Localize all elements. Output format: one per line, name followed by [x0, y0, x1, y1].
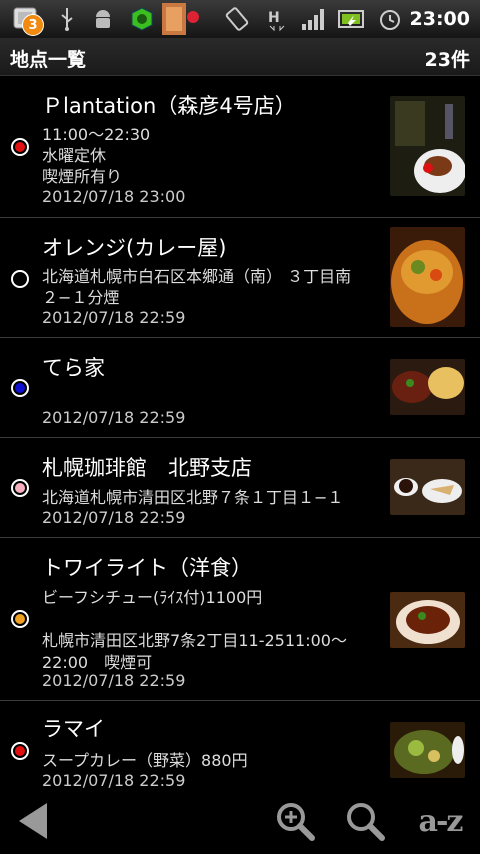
item-name: てら家 — [42, 356, 105, 380]
item-detail: スープカレー（野菜）880円 — [42, 751, 248, 770]
item-name: 札幌珈琲館 北野支店 — [42, 456, 252, 480]
app-icon-2 — [160, 3, 200, 35]
back-arrow-icon — [19, 803, 47, 839]
marker-icon — [11, 379, 29, 397]
battery-icon — [338, 6, 366, 32]
item-detail: 北海道札幌市清田区北野７条１丁目１−１ — [42, 488, 344, 507]
android-debug-icon — [90, 6, 116, 32]
item-detail: ビーフシチュー(ﾗｲｽ付)1100円 — [42, 588, 263, 607]
item-detail: 札幌市清田区北野7条2丁目11-2511:00〜 — [42, 631, 347, 650]
search-icon — [347, 803, 385, 841]
marker-dot — [15, 746, 25, 756]
notification-count-badge: 3 — [22, 14, 44, 36]
item-thumbnail[interactable] — [390, 722, 465, 778]
location-list: Ｐlantation（森彦4号店） 11:00〜22:30 水曜定休 喫煙所有り… — [0, 76, 480, 790]
list-item[interactable]: 札幌珈琲館 北野支店 北海道札幌市清田区北野７条１丁目１−１ 2012/07/1… — [0, 438, 480, 538]
marker-dot — [15, 274, 25, 284]
marker-icon — [11, 138, 29, 156]
item-date: 2012/07/18 22:59 — [42, 671, 186, 690]
marker-dot — [15, 142, 25, 152]
signal-icon — [300, 6, 328, 32]
item-thumbnail[interactable] — [390, 359, 465, 415]
h-data-icon: H — [264, 6, 288, 32]
item-name: オレンジ(カレー屋) — [42, 236, 227, 260]
item-detail: 22:00 喫煙可 — [42, 653, 153, 672]
bottom-toolbar: a-z — [0, 790, 480, 854]
zoom-in-icon — [277, 803, 315, 841]
item-thumbnail[interactable] — [390, 227, 465, 327]
item-name: Ｐlantation（森彦4号店） — [42, 94, 296, 118]
title-bar: 地点一覧 23件 — [0, 38, 480, 76]
list-item[interactable]: Ｐlantation（森彦4号店） 11:00〜22:30 水曜定休 喫煙所有り… — [0, 76, 480, 218]
marker-icon — [11, 742, 29, 760]
usb-icon — [56, 6, 78, 32]
item-name: トワイライト（洋食） — [42, 556, 252, 580]
list-item[interactable]: オレンジ(カレー屋) 北海道札幌市白石区本郷通（南） ３丁目南 ２−１分煙 20… — [0, 218, 480, 338]
page-title: 地点一覧 — [10, 49, 87, 71]
alarm-icon — [376, 6, 404, 32]
item-date: 2012/07/18 22:59 — [42, 308, 186, 327]
item-detail: ２−１分煙 — [42, 288, 120, 307]
item-date: 2012/07/18 22:59 — [42, 771, 186, 790]
sort-button[interactable]: a-z — [410, 798, 470, 844]
item-date: 2012/07/18 23:00 — [42, 187, 186, 206]
marker-icon — [11, 610, 29, 628]
item-detail: 喫煙所有り — [42, 167, 123, 186]
back-button[interactable] — [8, 798, 58, 844]
item-name: ラマイ — [42, 717, 105, 741]
rotate-icon — [222, 6, 252, 32]
svg-text:H: H — [268, 10, 280, 26]
item-date: 2012/07/18 22:59 — [42, 408, 186, 427]
item-count: 23件 — [424, 49, 470, 71]
marker-icon — [11, 479, 29, 497]
marker-dot — [15, 383, 25, 393]
item-thumbnail[interactable] — [390, 592, 465, 648]
marker-dot — [15, 483, 25, 493]
marker-icon — [11, 270, 29, 288]
status-time: 23:00 — [409, 8, 470, 30]
status-bar: 3 H 23:00 — [0, 0, 480, 38]
app-icon — [128, 6, 156, 32]
list-item[interactable]: トワイライト（洋食） ビーフシチュー(ﾗｲｽ付)1100円 札幌市清田区北野7条… — [0, 538, 480, 701]
item-thumbnail[interactable] — [390, 459, 465, 515]
item-thumbnail[interactable] — [390, 96, 465, 196]
list-item[interactable]: ラマイ スープカレー（野菜）880円 2012/07/18 22:59 — [0, 701, 480, 790]
marker-dot — [15, 614, 25, 624]
zoom-button[interactable] — [270, 798, 320, 844]
list-item[interactable]: てら家 2012/07/18 22:59 — [0, 338, 480, 438]
item-date: 2012/07/18 22:59 — [42, 508, 186, 527]
search-button[interactable] — [340, 798, 390, 844]
